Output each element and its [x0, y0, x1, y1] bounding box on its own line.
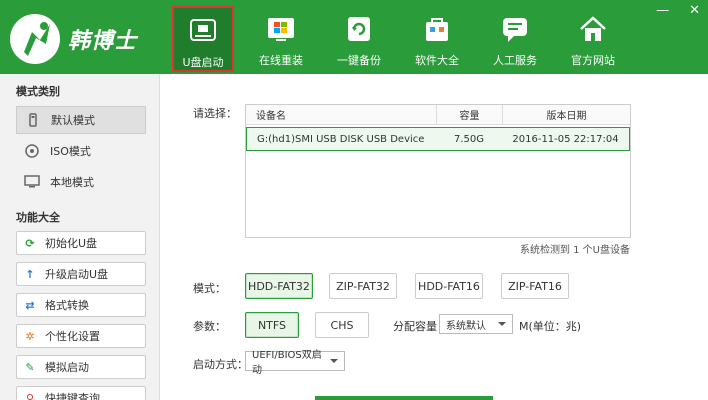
nav-label: U盘启动: [182, 56, 224, 69]
detection-status: 系统检测到 1 个U盘设备: [519, 245, 630, 256]
nav-label: 软件大全: [415, 54, 459, 67]
home-icon: [576, 12, 610, 46]
minimize-button[interactable]: —: [656, 4, 669, 18]
format-convert-button[interactable]: ⇄ 格式转换: [16, 293, 146, 317]
app-name: 韩博士: [68, 29, 138, 54]
sidebar-mode-iso[interactable]: ISO模式: [16, 137, 146, 165]
boot-mode-select[interactable]: UEFI/BIOS双启动: [245, 350, 345, 376]
device-table: 设备名 容量 版本日期 G:(hd1)SMI USB DISK USB Devi…: [245, 104, 631, 238]
nav-one-click-backup[interactable]: 一键备份: [320, 6, 398, 72]
search-icon: ⚲: [25, 391, 35, 400]
gear-icon: ✲: [25, 329, 35, 343]
simulate-boot-button[interactable]: ✎ 模拟启动: [16, 355, 146, 379]
mode-zip-fat32-button[interactable]: ZIP-FAT32: [329, 273, 397, 299]
sidebar-mode-local[interactable]: 本地模式: [16, 168, 146, 196]
app-logo: 韩博士: [10, 14, 160, 64]
close-button[interactable]: ✕: [689, 4, 700, 18]
alloc-value: 系统默认: [446, 320, 486, 332]
function-label: 个性化设置: [45, 330, 100, 343]
windows-icon: [264, 12, 298, 46]
modes-section-title: 模式类别: [16, 85, 60, 98]
mode-label: 模式：: [193, 282, 226, 295]
nav-label: 一键备份: [337, 54, 381, 67]
hotkey-query-button[interactable]: ⚲ 快捷键查询: [16, 386, 146, 400]
personalize-button[interactable]: ✲ 个性化设置: [16, 324, 146, 348]
param-label: 参数：: [193, 320, 226, 333]
device-name-cell: G:(hd1)SMI USB DISK USB Device: [257, 133, 425, 145]
nav-official-site[interactable]: 官方网站: [554, 6, 632, 72]
function-label: 初始化U盘: [45, 237, 98, 250]
main-nav: U盘启动 在线重装 一键备份 软件大全 人工服务 官方网站: [168, 6, 632, 72]
pencil-icon: ✎: [25, 360, 35, 374]
header-bar: 韩博士 U盘启动 在线重装 一键备份 软件大全 人工服务 官方网站 — ✕: [0, 0, 708, 74]
alloc-unit: M(单位：兆): [519, 320, 582, 333]
date-cell: 2016-11-05 22:17:04: [512, 133, 619, 145]
nav-online-reinstall[interactable]: 在线重装: [242, 6, 320, 72]
main-panel: 请选择： 设备名 容量 版本日期 G:(hd1)SMI USB DISK USB…: [161, 74, 708, 400]
sidebar-mode-default[interactable]: 默认模式: [16, 106, 146, 134]
function-label: 快捷键查询: [45, 392, 100, 400]
usb-icon: [25, 112, 41, 128]
function-label: 模拟启动: [45, 361, 89, 374]
mode-zip-fat16-button[interactable]: ZIP-FAT16: [501, 273, 569, 299]
sidebar-mode-label: ISO模式: [50, 145, 91, 158]
boot-mode-value: UEFI/BIOS双启动: [252, 350, 322, 376]
disc-icon: [24, 143, 40, 159]
nav-software[interactable]: 软件大全: [398, 6, 476, 72]
functions-section-title: 功能大全: [16, 211, 60, 224]
function-label: 格式转换: [45, 299, 89, 312]
init-usb-button[interactable]: ⟳ 初始化U盘: [16, 231, 146, 255]
software-bag-icon: [420, 12, 454, 46]
select-label: 请选择：: [193, 107, 237, 120]
column-header-device: 设备名: [256, 111, 286, 122]
nav-label: 官方网站: [571, 54, 615, 67]
mode-hdd-fat32-button[interactable]: HDD-FAT32: [245, 273, 313, 299]
nav-manual-service[interactable]: 人工服务: [476, 6, 554, 72]
refresh-icon: ⟳: [25, 236, 35, 250]
table-header: 设备名 容量 版本日期: [246, 105, 630, 125]
nav-label: 人工服务: [493, 54, 537, 67]
capacity-cell: 7.50G: [453, 133, 484, 145]
window-controls: — ✕: [656, 4, 700, 18]
sidebar-mode-label: 本地模式: [50, 176, 94, 189]
chevron-down-icon: [330, 359, 338, 363]
function-label: 升级启动U盘: [45, 268, 109, 281]
alloc-select[interactable]: 系统默认: [439, 314, 513, 334]
upgrade-usb-button[interactable]: ↑ 升级启动U盘: [16, 262, 146, 286]
table-row[interactable]: G:(hd1)SMI USB DISK USB Device 7.50G 201…: [246, 127, 630, 151]
column-header-capacity: 容量: [436, 105, 502, 124]
swap-icon: ⇄: [25, 298, 35, 312]
chat-service-icon: [498, 12, 532, 46]
param-chs-button[interactable]: CHS: [315, 312, 369, 338]
nav-label: 在线重装: [259, 54, 303, 67]
boot-label: 启动方式：: [193, 358, 248, 371]
column-header-date: 版本日期: [502, 105, 630, 124]
start-button[interactable]: [315, 396, 493, 400]
chevron-down-icon: [498, 322, 506, 326]
mode-hdd-fat16-button[interactable]: HDD-FAT16: [415, 273, 483, 299]
logo-figure-icon: [10, 14, 60, 64]
nav-usb-boot[interactable]: U盘启动: [172, 6, 234, 72]
usb-drive-icon: [186, 14, 220, 48]
sidebar-mode-label: 默认模式: [51, 114, 95, 127]
sidebar: 模式类别 默认模式 ISO模式 本地模式 功能大全 ⟳ 初始化U盘 ↑ 升级启动…: [0, 74, 160, 400]
backup-refresh-icon: [342, 12, 376, 46]
param-ntfs-button[interactable]: NTFS: [245, 312, 299, 338]
monitor-icon: [24, 174, 40, 190]
upload-arrow-icon: ↑: [25, 267, 35, 281]
